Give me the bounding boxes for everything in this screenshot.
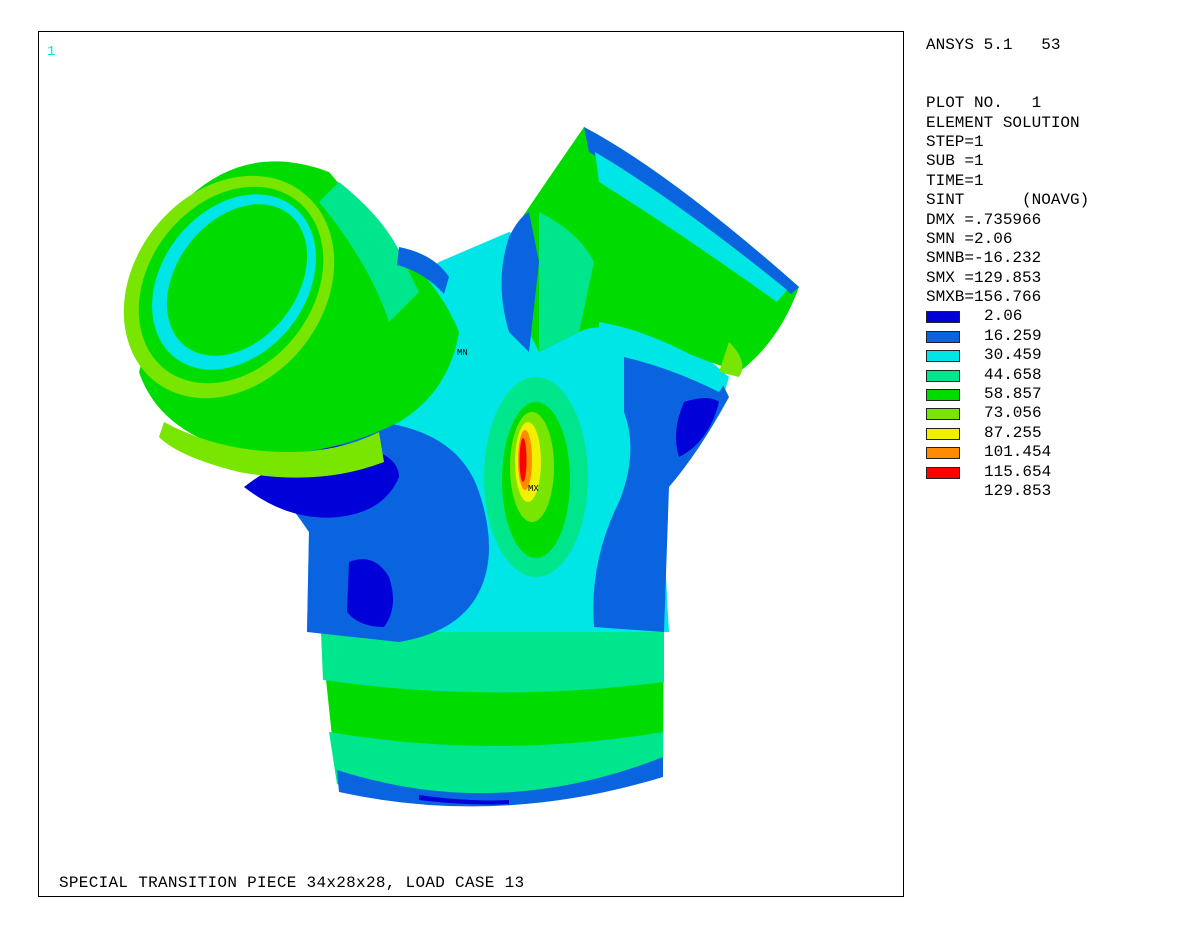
legend-value: 101.454 (984, 443, 1052, 462)
info-line: SMN =2.06 (926, 229, 1013, 248)
legend-value: 30.459 (984, 346, 1042, 365)
info-line: SMXB=156.766 (926, 288, 1042, 307)
legend-swatch (926, 311, 960, 324)
legend-swatch (926, 408, 960, 421)
legend-row: 44.658 (926, 366, 1196, 385)
info-line: SUB =1 (926, 152, 984, 171)
bottom-band-teal (321, 632, 664, 693)
legend-value: 115.654 (984, 462, 1052, 481)
legend-value: 73.056 (984, 404, 1042, 423)
legend-row: 16.259 (926, 327, 1196, 346)
info-line: TIME=1 (926, 171, 984, 190)
legend-row: 58.857 (926, 385, 1196, 404)
graphics-viewport[interactable]: 1 MN MX SPECIAL TRANSITION PIECE 34x28x2… (38, 31, 904, 897)
hotspot-red (519, 438, 527, 482)
contour-model: MN MX (123, 127, 799, 807)
version-line: ANSYS 5.1 53 (926, 36, 1196, 55)
min-marker: MN (457, 348, 468, 358)
version-label: ANSYS 5.1 (926, 36, 1013, 54)
info-line: STEP=1 (926, 132, 984, 151)
info-line: PLOT NO. 1 (926, 94, 1042, 113)
legend-value: 87.255 (984, 423, 1042, 442)
legend-value: 16.259 (984, 326, 1042, 345)
legend-row: 87.255 (926, 424, 1196, 443)
legend-value: 129.853 (984, 481, 1052, 500)
max-marker: MX (528, 484, 539, 494)
color-legend: 2.06 16.259 30.459 44.658 58.857 73.056 … (926, 307, 1196, 501)
info-panel: ANSYS 5.1 53 PLOT NO. 1 ELEMENT SOLUTION… (926, 36, 1196, 501)
legend-swatch (926, 447, 960, 460)
legend-swatch (926, 427, 960, 440)
info-line: SINT (NOAVG) (926, 191, 1090, 210)
legend-swatch (926, 350, 960, 363)
legend-row: 30.459 (926, 346, 1196, 365)
legend-row: 115.654 (926, 463, 1196, 482)
page-code: 53 (1041, 36, 1061, 54)
legend-swatch (926, 330, 960, 343)
legend-row: 73.056 (926, 404, 1196, 423)
legend-swatch (926, 369, 960, 382)
legend-swatch (926, 466, 960, 479)
legend-row: 2.06 (926, 307, 1196, 326)
legend-value: 58.857 (984, 385, 1042, 404)
legend-row: 129.853 (926, 482, 1196, 501)
info-line: DMX =.735966 (926, 210, 1042, 229)
legend-value: 2.06 (984, 307, 1023, 326)
info-line: SMX =129.853 (926, 268, 1042, 287)
info-line: SMNB=-16.232 (926, 249, 1042, 268)
legend-value: 44.658 (984, 365, 1042, 384)
info-line: ELEMENT SOLUTION (926, 113, 1080, 132)
plot-caption: SPECIAL TRANSITION PIECE 34x28x28, LOAD … (59, 874, 525, 892)
legend-row: 101.454 (926, 443, 1196, 462)
legend-swatch (926, 389, 960, 402)
